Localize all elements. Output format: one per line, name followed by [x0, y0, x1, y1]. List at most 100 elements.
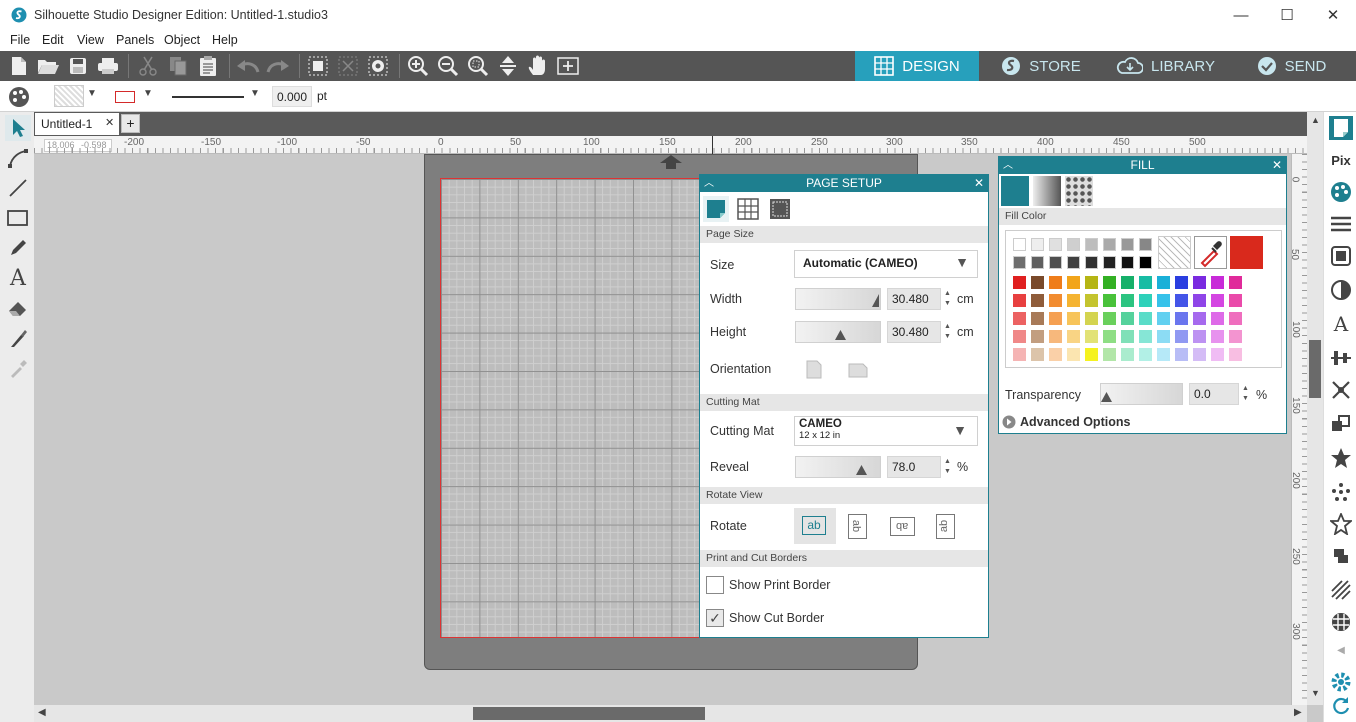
- color-swatch[interactable]: [1229, 276, 1242, 289]
- contrast-panel-icon[interactable]: [1329, 278, 1353, 302]
- height-spinner[interactable]: ▲ ▼: [944, 322, 951, 342]
- color-swatch[interactable]: [1013, 312, 1026, 325]
- color-swatch[interactable]: [1139, 238, 1152, 251]
- color-swatch[interactable]: [1175, 294, 1188, 307]
- expand-arrow-icon[interactable]: [1002, 415, 1016, 429]
- sync-icon[interactable]: [1329, 694, 1353, 718]
- color-swatch[interactable]: [1067, 312, 1080, 325]
- color-swatch[interactable]: [1211, 276, 1224, 289]
- color-swatch[interactable]: [1049, 348, 1062, 361]
- weld-panel-icon[interactable]: [1329, 544, 1353, 568]
- color-swatch[interactable]: [1103, 330, 1116, 343]
- color-swatch[interactable]: [1085, 294, 1098, 307]
- eyedropper-button[interactable]: [1194, 236, 1227, 269]
- color-swatch[interactable]: [1229, 294, 1242, 307]
- text-style-panel-icon[interactable]: A: [1329, 312, 1353, 336]
- close-window-button[interactable]: ✕: [1310, 0, 1356, 30]
- eyedropper-tool-icon[interactable]: [5, 355, 31, 381]
- color-swatch[interactable]: [1013, 238, 1026, 251]
- close-tab-icon[interactable]: ✕: [105, 116, 114, 129]
- line-width-input[interactable]: 0.000: [272, 86, 312, 107]
- pixscan-panel-icon[interactable]: Pix: [1329, 148, 1353, 172]
- copy-icon[interactable]: [164, 53, 192, 79]
- color-swatch[interactable]: [1211, 348, 1224, 361]
- color-swatch[interactable]: [1121, 348, 1134, 361]
- color-swatch[interactable]: [1031, 294, 1044, 307]
- color-swatch[interactable]: [1085, 330, 1098, 343]
- color-swatch[interactable]: [1049, 276, 1062, 289]
- reveal-slider[interactable]: [795, 456, 881, 478]
- color-swatch[interactable]: [1121, 330, 1134, 343]
- minimize-button[interactable]: —: [1218, 0, 1264, 30]
- portrait-orientation-icon[interactable]: [806, 360, 822, 379]
- zoom-in-icon[interactable]: [404, 53, 432, 79]
- color-swatch[interactable]: [1121, 238, 1134, 251]
- color-swatch[interactable]: [1085, 312, 1098, 325]
- color-swatch[interactable]: [1049, 312, 1062, 325]
- fit-to-page-icon[interactable]: [494, 53, 522, 79]
- color-swatch[interactable]: [1157, 294, 1170, 307]
- color-swatch[interactable]: [1193, 276, 1206, 289]
- maximize-button[interactable]: ☐: [1264, 0, 1310, 30]
- tab-send[interactable]: SEND: [1227, 51, 1356, 81]
- color-swatch[interactable]: [1031, 312, 1044, 325]
- line-tool-icon[interactable]: [5, 175, 31, 201]
- slider-handle-icon[interactable]: [835, 330, 846, 340]
- cutting-mat-dropdown[interactable]: CAMEO 12 x 12 in ▼: [794, 416, 978, 446]
- color-swatch[interactable]: [1031, 330, 1044, 343]
- panel-collapse-arrow-icon[interactable]: ◀: [1329, 638, 1353, 662]
- open-folder-icon[interactable]: [34, 53, 62, 79]
- color-swatch[interactable]: [1139, 348, 1152, 361]
- menu-object[interactable]: Object: [164, 33, 200, 47]
- rotate-0-button[interactable]: ab: [794, 508, 836, 544]
- color-swatch[interactable]: [1139, 312, 1152, 325]
- color-swatch[interactable]: [1067, 294, 1080, 307]
- menu-view[interactable]: View: [77, 33, 104, 47]
- collapse-chevron-icon[interactable]: ︿: [704, 175, 714, 192]
- color-swatch[interactable]: [1157, 312, 1170, 325]
- line-style-panel-icon[interactable]: [1329, 212, 1353, 236]
- height-slider[interactable]: [795, 321, 881, 343]
- color-swatch[interactable]: [1103, 238, 1116, 251]
- document-tab[interactable]: Untitled-1 ✕: [35, 113, 119, 135]
- color-swatch[interactable]: [1121, 312, 1134, 325]
- settings-gear-icon[interactable]: [1329, 670, 1353, 694]
- color-swatch[interactable]: [1013, 256, 1026, 269]
- fill-palette-icon[interactable]: [8, 86, 30, 108]
- size-dropdown[interactable]: Automatic (CAMEO) ▼: [794, 250, 978, 278]
- fill-swatch-none[interactable]: [54, 85, 84, 107]
- select-arrow-icon[interactable]: [5, 115, 31, 141]
- scroll-right-arrow-icon[interactable]: ▶: [1294, 707, 1302, 718]
- knife-tool-icon[interactable]: [5, 325, 31, 351]
- color-swatch[interactable]: [1175, 330, 1188, 343]
- transparency-input[interactable]: 0.0: [1189, 383, 1239, 405]
- show-cut-border-checkbox[interactable]: ✓: [706, 609, 724, 627]
- rotate-90-button[interactable]: ab: [848, 514, 867, 539]
- slider-handle-icon[interactable]: [856, 465, 867, 475]
- color-swatch[interactable]: [1103, 276, 1116, 289]
- color-swatch[interactable]: [1175, 276, 1188, 289]
- menu-help[interactable]: Help: [212, 33, 238, 47]
- tab-store[interactable]: STORE: [979, 51, 1103, 81]
- color-swatch[interactable]: [1193, 312, 1206, 325]
- width-input[interactable]: 30.480: [887, 288, 941, 310]
- align-panel-icon[interactable]: [1329, 346, 1353, 370]
- ungroup-icon[interactable]: [334, 53, 362, 79]
- color-swatch[interactable]: [1139, 294, 1152, 307]
- color-swatch[interactable]: [1049, 330, 1062, 343]
- add-tab-button[interactable]: +: [121, 114, 140, 133]
- vertical-scrollbar[interactable]: ▲ ▼: [1307, 112, 1323, 705]
- zoom-select-icon[interactable]: [464, 53, 492, 79]
- horizontal-scrollbar[interactable]: ◀ ▶: [34, 705, 1307, 722]
- rectangle-tool-icon[interactable]: [5, 205, 31, 231]
- height-input[interactable]: 30.480: [887, 321, 941, 343]
- slider-handle-icon[interactable]: [872, 294, 880, 307]
- color-swatch[interactable]: [1193, 330, 1206, 343]
- page-setup-grid-tab[interactable]: [735, 196, 761, 222]
- color-swatch[interactable]: [1031, 348, 1044, 361]
- point-edit-icon[interactable]: [5, 145, 31, 171]
- color-swatch[interactable]: [1013, 348, 1026, 361]
- menu-panels[interactable]: Panels: [116, 33, 154, 47]
- fill-dropdown-arrow-icon[interactable]: ▼: [87, 88, 97, 99]
- color-swatch[interactable]: [1031, 276, 1044, 289]
